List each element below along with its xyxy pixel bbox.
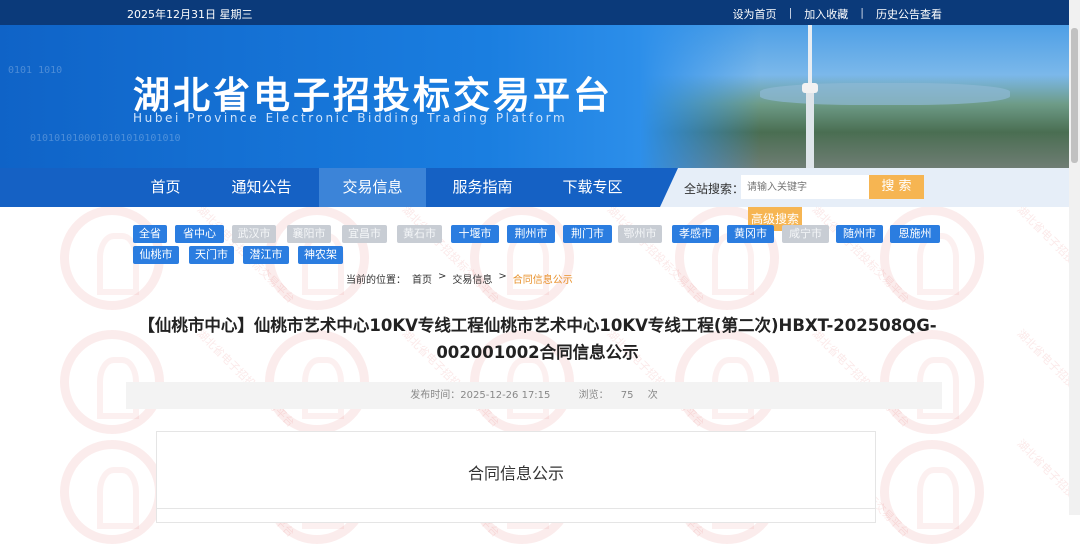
- city-button[interactable]: 潜江市: [243, 246, 289, 264]
- breadcrumb: 当前的位置： 首页 > 交易信息 > 合同信息公示: [346, 271, 573, 286]
- article-title-line2: 002001002合同信息公示: [436, 343, 639, 362]
- views-count: 75: [620, 390, 634, 401]
- article-meta: 发布时间：2025-12-26 17:15 浏览： 75 次: [126, 382, 942, 409]
- city-button[interactable]: 襄阳市: [287, 225, 331, 243]
- separator: |: [788, 6, 793, 19]
- scrollbar-thumb[interactable]: [1071, 28, 1078, 163]
- set-homepage-link[interactable]: 设为首页: [733, 6, 777, 22]
- search-label: 全站搜索：: [684, 182, 745, 196]
- city-button[interactable]: 十堰市: [451, 225, 499, 243]
- city-button[interactable]: 恩施州: [890, 225, 940, 243]
- nav-notices[interactable]: 通知公告: [208, 168, 315, 207]
- city-button[interactable]: 宜昌市: [342, 225, 387, 243]
- divider: [157, 508, 875, 509]
- nav-bar: 首页 通知公告 交易信息 服务指南 下载专区: [0, 168, 678, 207]
- city-button[interactable]: 省中心: [175, 225, 224, 243]
- city-button[interactable]: 荆门市: [563, 225, 612, 243]
- nav-service-guide[interactable]: 服务指南: [429, 168, 536, 207]
- lake-shape: [760, 83, 1010, 105]
- breadcrumb-label: 当前的位置：: [346, 275, 406, 286]
- city-button[interactable]: 黄石市: [397, 225, 442, 243]
- breadcrumb-current[interactable]: 合同信息公示: [513, 271, 573, 286]
- watermark-seal: [880, 206, 984, 310]
- search-input[interactable]: [741, 175, 869, 199]
- city-button[interactable]: 仙桃市: [133, 246, 179, 264]
- views-label: 浏览：: [578, 390, 609, 401]
- city-button[interactable]: 神农架: [298, 246, 343, 264]
- city-button[interactable]: 鄂州市: [618, 225, 662, 243]
- article-title-line1: 【仙桃市中心】仙桃市艺术中心10KV专线工程仙桃市艺术中心10KV专线工程(第二…: [138, 316, 937, 335]
- date-text: 2025年12月31日 星期三: [127, 8, 253, 21]
- site-subtitle: Hubei Province Electronic Bidding Tradin…: [133, 111, 568, 125]
- watermark-seal: [470, 206, 574, 310]
- main-nav: 首页 通知公告 交易信息 服务指南 下载专区 全站搜索： 搜 索: [0, 168, 1080, 207]
- watermark-seal: [880, 440, 984, 544]
- city-button[interactable]: 孝感市: [672, 225, 719, 243]
- city-button[interactable]: 黄冈市: [727, 225, 774, 243]
- breadcrumb-home[interactable]: 首页: [412, 271, 432, 286]
- top-links: 设为首页 | 加入收藏 | 历史公告查看: [733, 6, 942, 22]
- breadcrumb-separator: >: [438, 271, 447, 282]
- search-button[interactable]: 搜 索: [869, 175, 924, 199]
- views-unit: 次: [647, 390, 658, 401]
- scrollbar[interactable]: [1069, 0, 1080, 515]
- history-notice-link[interactable]: 历史公告查看: [876, 6, 942, 22]
- banner: 0101 1010 0101010100010101010101010 湖北省电…: [0, 25, 1080, 168]
- city-skyline-image: [640, 25, 1080, 168]
- city-button[interactable]: 荆州市: [507, 225, 555, 243]
- nav-downloads[interactable]: 下载专区: [539, 168, 646, 207]
- tv-tower-shape: [802, 25, 818, 168]
- publish-label: 发布时间：: [410, 390, 461, 401]
- article-title: 【仙桃市中心】仙桃市艺术中心10KV专线工程仙桃市艺术中心10KV专线工程(第二…: [130, 312, 945, 366]
- add-favorite-link[interactable]: 加入收藏: [804, 6, 848, 22]
- top-bar: 2025年12月31日 星期三 设为首页 | 加入收藏 | 历史公告查看: [0, 0, 1080, 25]
- nav-trade-info[interactable]: 交易信息: [319, 168, 426, 207]
- binary-decoration: 0101 1010: [8, 65, 63, 76]
- watermark-seal: [60, 440, 164, 544]
- breadcrumb-trade-info[interactable]: 交易信息: [452, 271, 492, 286]
- breadcrumb-separator: >: [498, 271, 507, 282]
- section-title: 合同信息公示: [467, 464, 564, 483]
- separator: |: [860, 6, 864, 19]
- city-button[interactable]: 咸宁市: [782, 225, 829, 243]
- city-button[interactable]: 天门市: [189, 246, 234, 264]
- content-panel: 合同信息公示: [156, 431, 876, 523]
- city-button[interactable]: 随州市: [836, 225, 883, 243]
- nav-home[interactable]: 首页: [112, 168, 219, 207]
- city-button[interactable]: 武汉市: [232, 225, 276, 243]
- city-button[interactable]: 全省: [133, 225, 167, 243]
- binary-decoration: 0101010100010101010101010: [30, 133, 181, 144]
- publish-time: 2025-12-26 17:15: [460, 390, 551, 401]
